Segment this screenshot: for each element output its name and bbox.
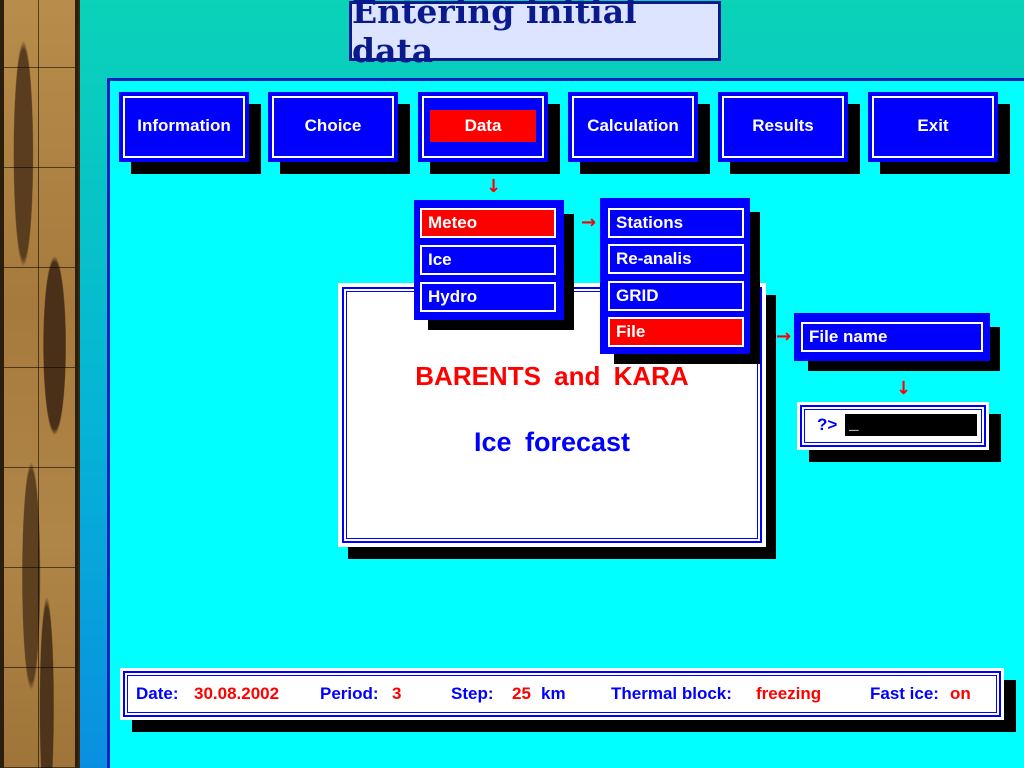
period-label: Period:	[320, 684, 379, 703]
thermal-block-value: freezing	[756, 684, 822, 703]
down-arrow-icon: ↓	[486, 176, 502, 197]
step-label: Step:	[451, 684, 494, 703]
menu-choice-button[interactable]: Choice	[268, 92, 398, 162]
decorative-side-strip	[0, 0, 80, 768]
period-value: 3	[392, 684, 402, 703]
menu-label: Information	[137, 116, 231, 135]
slide-title: Entering initial data	[352, 0, 637, 70]
submenu-item-stations[interactable]: Stations	[608, 208, 744, 238]
right-arrow-icon: →	[776, 326, 792, 347]
prompt-label: ?>	[817, 415, 838, 434]
step-unit: km	[541, 684, 566, 703]
submenu-item-ice[interactable]: Ice	[420, 245, 556, 275]
menu-label: Data	[430, 110, 536, 142]
menu-label: Results	[752, 116, 814, 135]
submenu-item-re-analis[interactable]: Re-analis	[608, 244, 744, 274]
thermal-block-label: Thermal block:	[611, 684, 732, 703]
right-arrow-icon: →	[581, 212, 597, 233]
menu-label: Calculation	[587, 116, 679, 135]
submenu-item-file[interactable]: File	[608, 317, 744, 347]
status-bar: Date: 30.08.2002 Period: 3 Step: 25 km T…	[120, 668, 1004, 720]
menu-information-button[interactable]: Information	[119, 92, 249, 162]
file-prompt-box: ?> _	[797, 402, 989, 450]
fast-ice-label: Fast ice:	[870, 684, 939, 703]
file-name-label: File name	[801, 322, 983, 352]
submenu-item-meteo[interactable]: Meteo	[420, 208, 556, 238]
menu-data-button[interactable]: Data	[418, 92, 548, 162]
menu-results-button[interactable]: Results	[718, 92, 848, 162]
menu-calculation-button[interactable]: Calculation	[568, 92, 698, 162]
fast-ice-value: on	[950, 684, 971, 703]
file-name-input[interactable]: _	[845, 414, 977, 436]
menu-label: Choice	[304, 116, 362, 135]
step-value: 25	[512, 684, 531, 703]
slide-title-box: Entering initial data	[349, 0, 721, 70]
date-value: 30.08.2002	[194, 684, 280, 703]
submenu-item-grid[interactable]: GRID	[608, 281, 744, 311]
splash-title: BARENTS and KARA	[415, 361, 689, 391]
splash-subtitle: Ice forecast	[473, 427, 631, 457]
submenu-item-hydro[interactable]: Hydro	[420, 282, 556, 312]
down-arrow-icon: ↓	[896, 378, 912, 399]
menu-exit-button[interactable]: Exit	[868, 92, 998, 162]
menu-label: Exit	[917, 116, 949, 135]
date-label: Date:	[136, 684, 179, 703]
